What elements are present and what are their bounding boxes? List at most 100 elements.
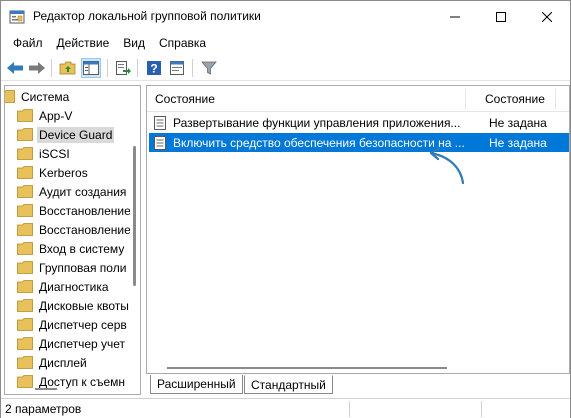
toolbar-separator [51,59,52,77]
gpedit-window: Редактор локальной групповой политики Фа… [0,0,571,418]
arrow-right-icon [29,62,45,74]
column-header-state[interactable]: Состояние [485,86,545,112]
tree-item[interactable]: Аудит создания [17,182,140,201]
menu-file[interactable]: Файл [6,33,50,53]
tree-item[interactable]: Восстановление [17,201,140,220]
status-bar: 2 параметров [1,398,570,418]
folder-icon [17,337,33,350]
tree-item-label: iSCSI [39,146,70,161]
up-one-level-button[interactable] [58,58,78,78]
column-separator[interactable] [555,89,556,109]
help-button[interactable]: ? [144,58,164,78]
close-icon [542,12,552,22]
policy-setting-icon [154,135,166,150]
tree-item[interactable]: Kerberos [17,163,140,182]
folder-icon [5,90,15,103]
console-tree-icon [83,61,99,75]
tree-item[interactable]: Диагностика [17,277,140,296]
tree-item-label: Device Guard [37,126,115,143]
tree-horizontal-scrollbar[interactable] [35,388,57,390]
tree-item-label: Восстановление [39,222,131,237]
filter-button[interactable] [199,58,219,78]
properties-button[interactable] [167,58,187,78]
toolbar-separator [107,59,108,77]
folder-icon [17,185,33,198]
folder-icon [17,204,33,217]
console-tree[interactable]: Система App-V Device Guard iSCSI Kerberos Ауд… [4,85,141,395]
folder-icon [17,109,33,122]
toolbar-separator [137,59,138,77]
status-divider [349,401,350,417]
tree-item[interactable]: Дисковые квоты [17,296,140,315]
tree-item[interactable]: App-V [17,106,140,125]
policy-name: Развертывание функции управления приложе… [173,115,461,130]
annotation-arrow-icon [429,146,465,185]
folder-icon [17,299,33,312]
folder-icon [17,242,33,255]
close-button[interactable] [524,1,570,33]
forward-button[interactable] [27,58,47,78]
filter-icon [201,61,217,75]
settings-list[interactable]: Состояние Состояние Развертывание функци… [146,85,570,374]
back-button[interactable] [5,58,25,78]
gpedit-app-icon [9,10,25,24]
tree-item[interactable]: Дисплей [17,353,140,372]
policy-row[interactable]: Развертывание функции управления приложе… [149,113,569,132]
list-header: Состояние Состояние [147,86,569,112]
column-separator[interactable] [465,89,466,109]
export-list-icon [116,61,131,75]
folder-icon [17,223,33,236]
menu-help[interactable]: Справка [152,33,213,53]
tree-item[interactable]: Система [5,87,124,106]
menu-bar: Файл Действие Вид Справка [1,33,570,53]
tree-vertical-scrollbar[interactable] [130,86,140,394]
list-horizontal-scrollbar[interactable] [167,367,447,369]
tree-item[interactable]: Восстановление [17,220,140,239]
tree-item-label: Диспетчер серв [39,317,127,332]
menu-action[interactable]: Действие [50,33,117,53]
tree-item[interactable]: Вход в систему [17,239,140,258]
folder-icon [17,356,33,369]
menu-view[interactable]: Вид [116,33,152,53]
tree-item-label: App-V [39,108,73,123]
tree-item[interactable]: Диспетчер учет [17,334,140,353]
tree-item-label: Восстановление [39,203,131,218]
tree-item-label: Kerberos [39,165,88,180]
title-bar[interactable]: Редактор локальной групповой политики [1,1,570,33]
tree-item-label: Вход в систему [39,241,125,256]
tree-item[interactable]: iSCSI [17,144,140,163]
policy-setting-icon [154,115,166,130]
arrow-left-icon [7,62,23,74]
tree-item[interactable]: Device Guard [17,125,140,144]
scrollbar-thumb[interactable] [133,146,136,286]
policy-state: Не задана [489,135,547,150]
maximize-button[interactable] [478,1,524,33]
folder-icon [17,128,33,141]
tree-item[interactable]: Групповая поли [17,258,140,277]
maximize-icon [496,12,506,22]
policy-row[interactable]: Включить средство обеспечения безопаснос… [149,133,569,152]
folder-icon [17,261,33,274]
tree-item-label: Дисплей [39,355,87,370]
tree-item-label: Аудит создания [39,184,127,199]
tree-item[interactable]: Диспетчер серв [17,315,140,334]
tab-extended[interactable]: Расширенный [150,375,243,394]
folder-icon [17,147,33,160]
view-tabs: Расширенный Стандартный [146,375,570,395]
folder-icon [17,280,33,293]
toolbar: ? [1,54,570,81]
tree-item-label: Диспетчер учет [39,336,126,351]
status-text: 2 параметров [5,402,82,416]
tab-standard[interactable]: Стандартный [244,375,333,394]
column-header-setting[interactable]: Состояние [155,86,215,112]
folder-icon [17,375,33,388]
svg-text:?: ? [150,62,157,76]
folder-icon [17,166,33,179]
show-hide-tree-button[interactable] [81,58,101,78]
export-list-button[interactable] [113,58,133,78]
tree-item-label: Групповая поли [39,260,127,275]
minimize-button[interactable] [432,1,478,33]
help-icon: ? [147,61,161,76]
properties-icon [170,61,184,75]
toolbar-separator [192,59,193,77]
